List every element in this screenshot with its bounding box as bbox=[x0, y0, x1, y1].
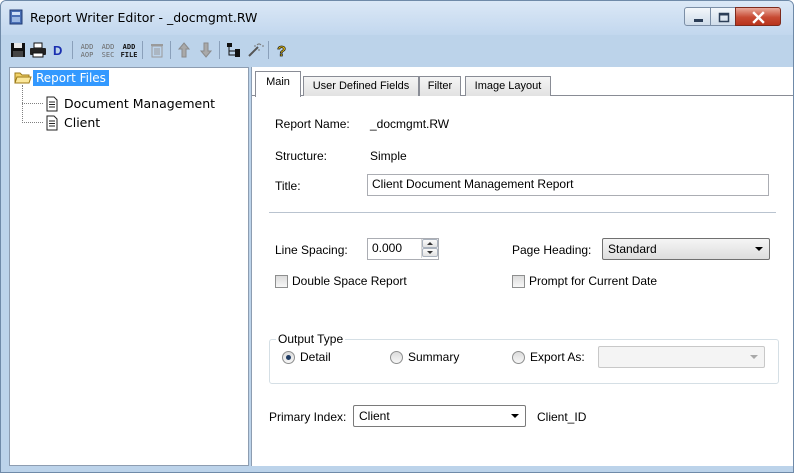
toolbar-separator bbox=[170, 41, 171, 59]
document-icon bbox=[44, 96, 60, 115]
editor-tabs-pane: Main User Defined Fields Filter Image La… bbox=[251, 67, 793, 466]
output-summary-radio[interactable] bbox=[390, 351, 403, 364]
report-files-tree[interactable]: Report Files Document Management Client bbox=[9, 67, 249, 466]
add-sec-top: ADD bbox=[102, 43, 115, 51]
app-icon bbox=[8, 9, 24, 25]
d-icon[interactable]: D bbox=[49, 40, 69, 60]
export-format-dropdown[interactable] bbox=[598, 346, 765, 368]
output-summary-label: Summary bbox=[408, 350, 460, 364]
line-spacing-label: Line Spacing: bbox=[275, 243, 348, 257]
print-icon[interactable] bbox=[28, 40, 48, 60]
tree-item-label: Client bbox=[64, 115, 101, 130]
spin-up-button[interactable] bbox=[422, 239, 438, 248]
primary-index-dropdown[interactable]: Client bbox=[353, 405, 526, 427]
double-space-label: Double Space Report bbox=[292, 274, 407, 288]
help-icon-text: ? bbox=[277, 43, 286, 60]
output-type-legend: Output Type bbox=[276, 332, 346, 346]
structure-icon[interactable] bbox=[224, 40, 244, 60]
spinner-buttons bbox=[421, 239, 438, 258]
delete-icon[interactable] bbox=[147, 40, 167, 60]
tab-image-layout[interactable]: Image Layout bbox=[465, 76, 551, 96]
report-name-label: Report Name: bbox=[275, 117, 350, 131]
tree-root-label: Report Files bbox=[33, 70, 109, 86]
document-icon bbox=[44, 115, 60, 134]
tab-user-defined-fields[interactable]: User Defined Fields bbox=[303, 76, 419, 96]
title-bar[interactable]: Report Writer Editor - _docmgmt.RW bbox=[1, 1, 793, 35]
toolbar: D ADD AOP ADD SEC ADD FILE ? bbox=[8, 38, 363, 62]
add-aop-top: ADD bbox=[81, 43, 94, 51]
primary-index-label: Primary Index: bbox=[269, 410, 347, 424]
chevron-down-icon bbox=[511, 414, 519, 418]
prompt-date-label: Prompt for Current Date bbox=[529, 274, 658, 288]
tab-filter[interactable]: Filter bbox=[419, 76, 461, 96]
output-export-radio[interactable] bbox=[512, 351, 525, 364]
primary-index-value: Client bbox=[359, 409, 390, 423]
double-space-checkbox[interactable] bbox=[275, 275, 288, 288]
add-sec-bottom: SEC bbox=[102, 51, 115, 59]
report-writer-window: Report Writer Editor - _docmgmt.RW D ADD… bbox=[0, 0, 794, 473]
tab-strip: Main User Defined Fields Filter Image La… bbox=[252, 67, 793, 97]
output-type-group: Output Type Detail Summary Export As: bbox=[269, 332, 779, 384]
add-file-bottom: FILE bbox=[121, 51, 138, 59]
structure-label: Structure: bbox=[275, 149, 328, 163]
title-input[interactable]: Client Document Management Report bbox=[367, 174, 769, 196]
window-title: Report Writer Editor - _docmgmt.RW bbox=[30, 10, 258, 25]
add-aop-bottom: AOP bbox=[81, 51, 94, 59]
output-detail-radio[interactable] bbox=[282, 351, 295, 364]
page-heading-dropdown[interactable]: Standard bbox=[602, 238, 770, 260]
chevron-down-icon bbox=[750, 355, 758, 359]
toolbar-separator bbox=[268, 41, 269, 59]
add-sec-icon[interactable]: ADD SEC bbox=[98, 40, 118, 60]
folder-open-icon bbox=[14, 70, 32, 89]
tree-connector bbox=[22, 122, 43, 123]
title-label: Title: bbox=[275, 179, 301, 193]
line-spacing-value: 0.000 bbox=[372, 241, 403, 255]
maximize-button[interactable] bbox=[710, 7, 736, 26]
move-down-icon[interactable] bbox=[196, 40, 216, 60]
section-divider bbox=[269, 212, 776, 213]
add-aop-icon[interactable]: ADD AOP bbox=[77, 40, 97, 60]
primary-index-key: Client_ID bbox=[537, 410, 587, 424]
page-heading-value: Standard bbox=[608, 242, 657, 256]
structure-value: Simple bbox=[370, 149, 407, 163]
save-icon[interactable] bbox=[8, 40, 28, 60]
minimize-button[interactable] bbox=[684, 7, 711, 26]
line-spacing-spinner[interactable]: 0.000 bbox=[367, 238, 439, 260]
output-detail-label: Detail bbox=[300, 350, 331, 364]
report-name-value: _docmgmt.RW bbox=[370, 117, 450, 131]
add-file-icon[interactable]: ADD FILE bbox=[119, 40, 139, 60]
help-icon[interactable]: ? bbox=[272, 40, 292, 60]
toolbar-separator bbox=[142, 41, 143, 59]
add-file-top: ADD bbox=[123, 43, 136, 51]
tree-item-label: Document Management bbox=[64, 96, 216, 111]
move-up-icon[interactable] bbox=[174, 40, 194, 60]
chevron-down-icon bbox=[755, 247, 763, 251]
spin-down-button[interactable] bbox=[422, 248, 438, 257]
close-button[interactable] bbox=[735, 7, 781, 26]
d-icon-text: D bbox=[53, 43, 62, 58]
page-heading-label: Page Heading: bbox=[512, 243, 592, 257]
tree-connector bbox=[22, 85, 23, 123]
toolbar-separator bbox=[219, 41, 220, 59]
wizard-icon[interactable] bbox=[245, 40, 265, 60]
toolbar-separator bbox=[72, 41, 73, 59]
tab-main[interactable]: Main bbox=[255, 71, 301, 97]
output-export-label: Export As: bbox=[530, 350, 585, 364]
prompt-date-checkbox[interactable] bbox=[512, 275, 525, 288]
tree-connector bbox=[22, 103, 43, 104]
window-bottom-frame bbox=[9, 466, 793, 472]
